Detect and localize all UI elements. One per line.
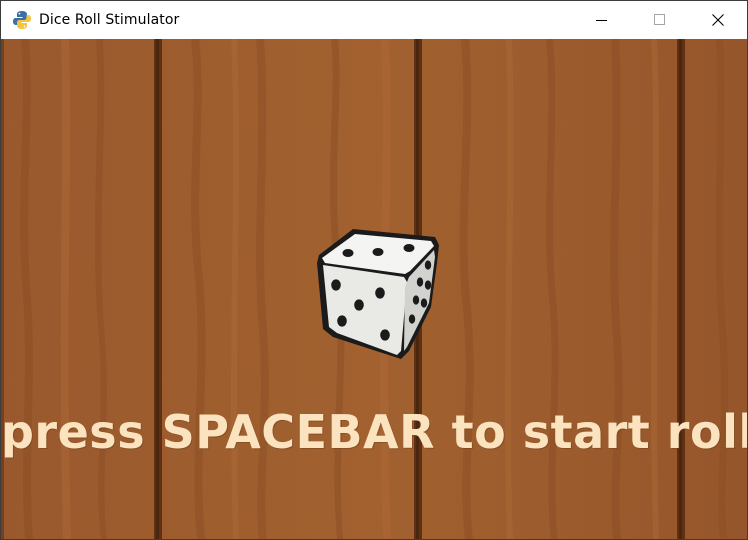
close-button[interactable]	[689, 1, 747, 39]
minimize-icon	[596, 20, 607, 21]
window-controls	[573, 1, 747, 39]
maximize-icon	[654, 14, 665, 25]
close-icon	[712, 14, 724, 26]
title-bar[interactable]: Dice Roll Stimulator	[1, 1, 747, 39]
minimize-button[interactable]	[573, 1, 631, 39]
window-title: Dice Roll Stimulator	[39, 12, 180, 28]
start-prompt: press SPACEBAR to start rolling	[1, 405, 747, 459]
game-canvas[interactable]: press SPACEBAR to start rolling	[1, 39, 747, 539]
maximize-button[interactable]	[631, 1, 689, 39]
python-icon	[11, 9, 33, 31]
app-window: Dice Roll Stimulator press SPACEBAR to s…	[0, 0, 748, 540]
dice-icon	[317, 229, 439, 359]
